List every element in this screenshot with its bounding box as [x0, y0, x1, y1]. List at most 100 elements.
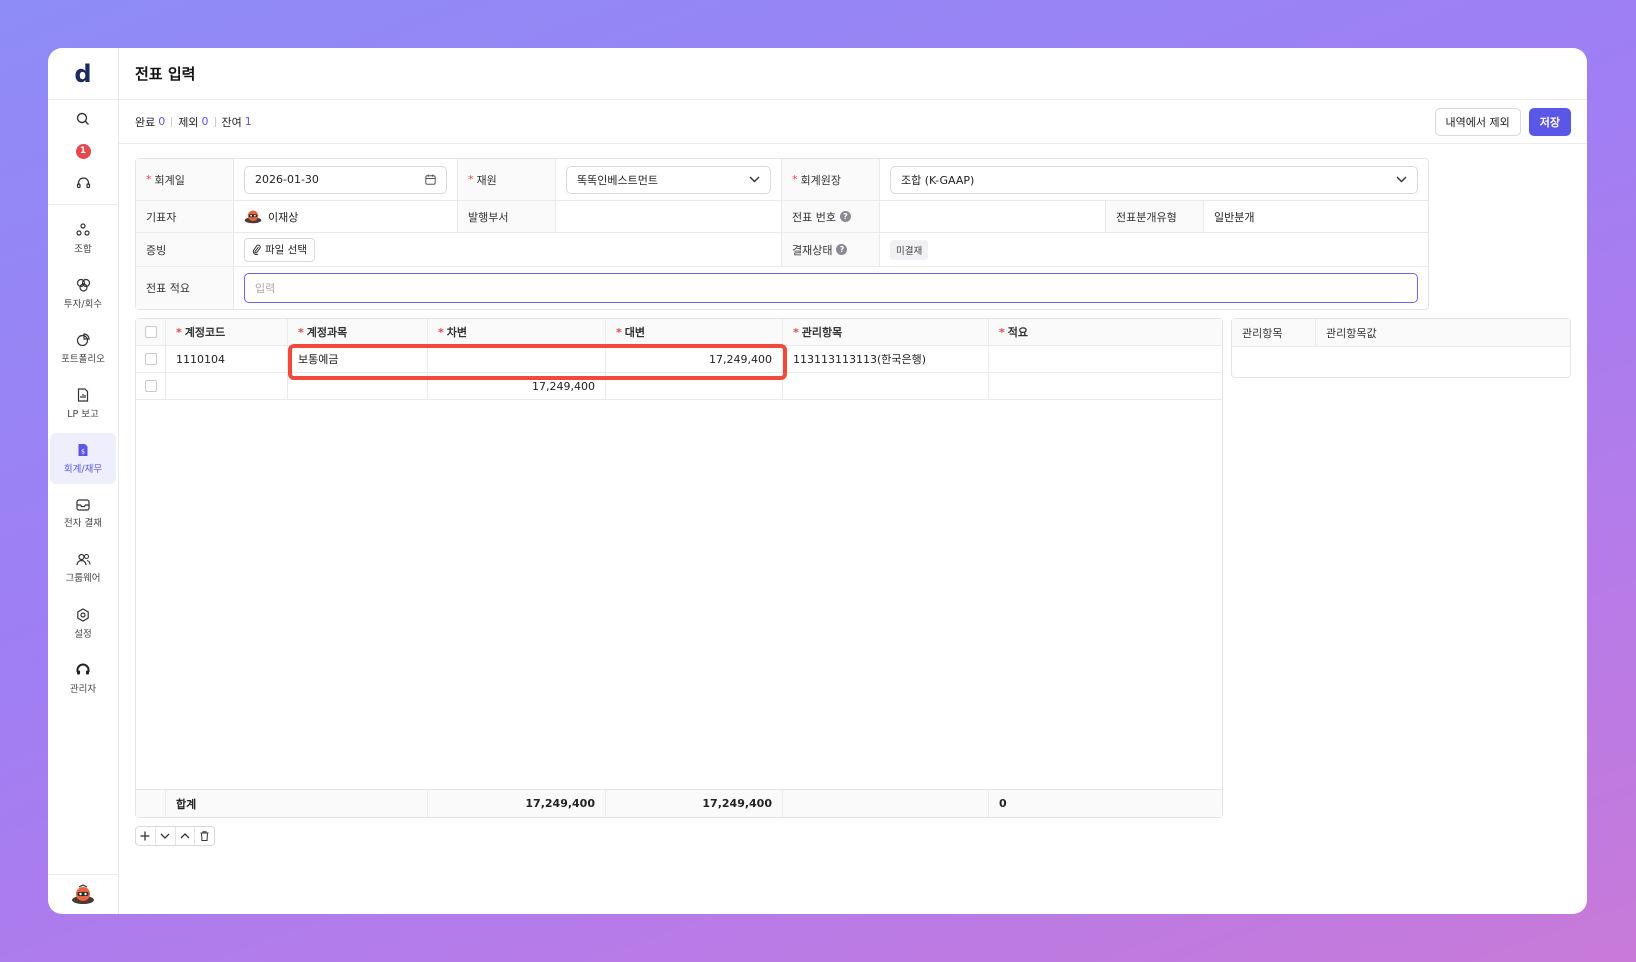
date-picker[interactable]: 2026-01-30 [244, 165, 447, 194]
page-title: 전표 입력 [119, 48, 1587, 100]
trash-icon [200, 831, 209, 841]
sidebar-item-label: 그룹웨어 [65, 573, 101, 584]
association-icon [76, 222, 90, 236]
table-row[interactable]: 17,249,400 [136, 373, 1222, 400]
cell-name[interactable]: 보통예금 [288, 346, 428, 372]
accounting-icon: $ [78, 443, 88, 456]
sidebar: d 1 조합 투자/회수 포트폴리오 LP 보고 $ 회계/재무 전자 결재 그… [48, 48, 119, 914]
ledger-select[interactable]: 조합 (K-GAAP) [890, 165, 1418, 194]
fund-label: * 재원 [458, 159, 556, 200]
notification-button[interactable]: 1 [71, 140, 95, 162]
table-footer: 합계 17,249,400 17,249,400 0 [136, 789, 1222, 817]
ledger-label: * 회계원장 [782, 159, 880, 200]
mgmt-item-header: 관리항목 [1232, 319, 1316, 346]
memo-input[interactable]: 입력 [244, 273, 1418, 303]
user-avatar[interactable] [48, 874, 118, 914]
chevron-down-icon [1396, 176, 1407, 183]
cell-name[interactable] [288, 373, 428, 399]
approval-icon [76, 498, 90, 511]
sidebar-item-association[interactable]: 조합 [50, 213, 116, 264]
sidebar-item-admin[interactable]: 관리자 [50, 653, 116, 704]
footer-spacer [136, 790, 166, 817]
cell-memo[interactable] [989, 346, 1222, 372]
voucher-form: * 회계일 2026-01-30 * 재원 똑똑인베스트먼트 * 회계원장 조합… [135, 158, 1429, 310]
sidebar-item-label: LP 보고 [67, 408, 99, 420]
select-all-cell [136, 319, 166, 345]
app-logo[interactable]: d [48, 48, 118, 100]
table-row[interactable]: 1110104 보통예금 17,249,400 113113113113(한국은… [136, 346, 1222, 373]
header-credit[interactable]: * 대변 [606, 319, 783, 345]
sidebar-item-label: 설정 [74, 628, 92, 640]
voucher-no-label: 전표 번호 ? [782, 201, 880, 232]
footer-credit-total: 17,249,400 [606, 790, 783, 817]
divider [214, 116, 216, 127]
sidebar-item-investment[interactable]: 투자/회수 [50, 268, 116, 319]
ledger-cell: 조합 (K-GAAP) [880, 159, 1428, 200]
exclude-from-history-button[interactable]: 내역에서 제외 [1434, 107, 1521, 136]
headset-icon[interactable] [71, 172, 95, 194]
form-row: 증빙 파일 선택 결재상태 ? 미결재 [136, 233, 1428, 267]
mgmt-empty-row [1232, 347, 1570, 375]
save-button[interactable]: 저장 [1528, 107, 1571, 136]
sidebar-item-label: 회계/재무 [63, 463, 103, 475]
delete-row-button[interactable] [195, 827, 214, 845]
voucher-no-value [880, 201, 1106, 232]
calendar-icon [425, 174, 436, 185]
move-down-button[interactable] [156, 827, 176, 845]
sidebar-item-groupware[interactable]: 그룹웨어 [50, 543, 116, 594]
footer-mgmt [783, 790, 989, 817]
search-icon[interactable] [71, 108, 95, 130]
row-checkbox[interactable] [144, 353, 157, 365]
sidebar-item-label: 조합 [74, 243, 92, 255]
select-all-checkbox[interactable] [144, 326, 157, 338]
add-row-button[interactable] [136, 827, 156, 845]
form-row: 전표 적요 입력 [136, 267, 1428, 309]
mgmt-header: 관리항목 관리항목값 [1232, 319, 1570, 347]
mgmt-value-header: 관리항목값 [1326, 326, 1377, 340]
help-icon[interactable]: ? [839, 211, 851, 222]
sidebar-item-approval[interactable]: 전자 결재 [50, 488, 116, 539]
sidebar-item-settings[interactable]: 설정 [50, 598, 116, 649]
paperclip-icon [252, 244, 261, 255]
cell-debit[interactable] [428, 346, 606, 372]
cell-credit[interactable]: 17,249,400 [606, 346, 783, 372]
exclude-count: 제외 0 [178, 115, 209, 129]
cell-mgmt[interactable] [783, 373, 989, 399]
cell-code[interactable] [166, 373, 288, 399]
cell-mgmt[interactable]: 113113113113(한국은행) [783, 346, 989, 372]
dept-value [556, 201, 782, 232]
sidebar-item-label: 전자 결재 [64, 517, 102, 529]
portfolio-icon [76, 332, 90, 346]
cell-memo[interactable] [989, 373, 1222, 399]
header-code[interactable]: * 계정코드 [166, 319, 288, 345]
plus-icon [140, 831, 150, 841]
cell-code[interactable]: 1110104 [166, 346, 288, 372]
file-select-button[interactable]: 파일 선택 [244, 237, 315, 262]
settings-icon [77, 607, 89, 622]
move-up-button[interactable] [176, 827, 196, 845]
cell-debit[interactable]: 17,249,400 [428, 373, 606, 399]
approval-label: 결재상태 ? [782, 233, 880, 266]
sidebar-item-accounting[interactable]: $ 회계/재무 [50, 433, 116, 484]
report-icon [77, 387, 89, 402]
writer-label: 기표자 [136, 201, 234, 232]
help-icon[interactable]: ? [836, 244, 848, 255]
cell-credit[interactable] [606, 373, 783, 399]
header-debit[interactable]: * 차변 [428, 319, 606, 345]
status-counts: 완료 0 제외 0 잔여 1 [135, 114, 252, 130]
header-mgmt[interactable]: * 관리항목 [783, 319, 989, 345]
avatar [244, 210, 262, 224]
sidebar-item-portfolio[interactable]: 포트폴리오 [50, 323, 116, 374]
row-select-cell [136, 346, 166, 372]
toolbar: 완료 0 제외 0 잔여 1 내역에서 제외 저장 [119, 100, 1587, 144]
content: * 회계일 2026-01-30 * 재원 똑똑인베스트먼트 * 회계원장 조합… [119, 144, 1587, 914]
header-name[interactable]: * 계정과목 [288, 319, 428, 345]
header-memo[interactable]: * 적요 [989, 319, 1222, 345]
date-label: * 회계일 [136, 159, 234, 200]
form-row: * 회계일 2026-01-30 * 재원 똑똑인베스트먼트 * 회계원장 조합… [136, 159, 1428, 201]
row-checkbox[interactable] [144, 380, 157, 392]
row-actions [135, 826, 215, 846]
sidebar-item-label: 관리자 [69, 683, 97, 695]
fund-select[interactable]: 똑똑인베스트먼트 [566, 165, 771, 194]
sidebar-item-lp-report[interactable]: LP 보고 [50, 378, 116, 429]
